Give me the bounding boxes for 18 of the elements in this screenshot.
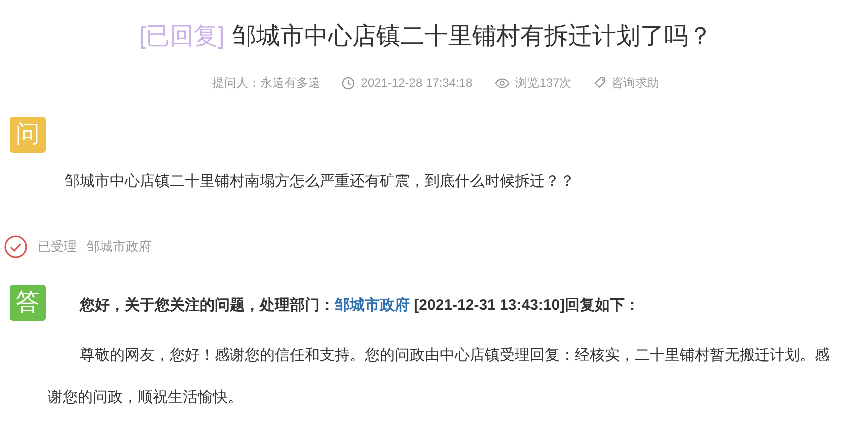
handling-status: 已受理 (38, 238, 77, 256)
tag-icon (594, 77, 606, 89)
post-time: 2021-12-28 17:34:18 (361, 75, 473, 92)
department-link[interactable]: 邹城市政府 (335, 296, 410, 314)
view-count: 浏览137次 (516, 75, 572, 92)
question-badge: 问 (10, 117, 46, 153)
question-text: 邹城市中心店镇二十里铺村南塌方怎么严重还有矿震，到底什么时候拆迁？？ (65, 172, 576, 192)
asker-label: 提问人：永遠有多遠 (212, 75, 320, 92)
answer-header: 您好，关于您关注的问题，处理部门：邹城市政府 [2021-12-31 13:43:10]回复如下： (80, 296, 640, 316)
eye-icon (494, 78, 510, 88)
status-label: [已回复] (139, 22, 225, 52)
check-circle-icon (4, 235, 28, 259)
answer-text: 尊敬的网友，您好！感谢您的信任和支持。您的问政由中心店镇受理回复：经核实，二十里铺村暂无搬迁计划。感谢您的问政，顺祝生活愉快。 (48, 346, 831, 408)
clock-icon (342, 76, 356, 90)
handling-department: 邹城市政府 (87, 238, 152, 256)
question-title: 邹城市中心店镇二十里铺村有拆迁计划了吗？ (232, 22, 713, 52)
answer-badge: 答 (10, 285, 46, 321)
category-label: 咨询求助 (612, 75, 660, 92)
